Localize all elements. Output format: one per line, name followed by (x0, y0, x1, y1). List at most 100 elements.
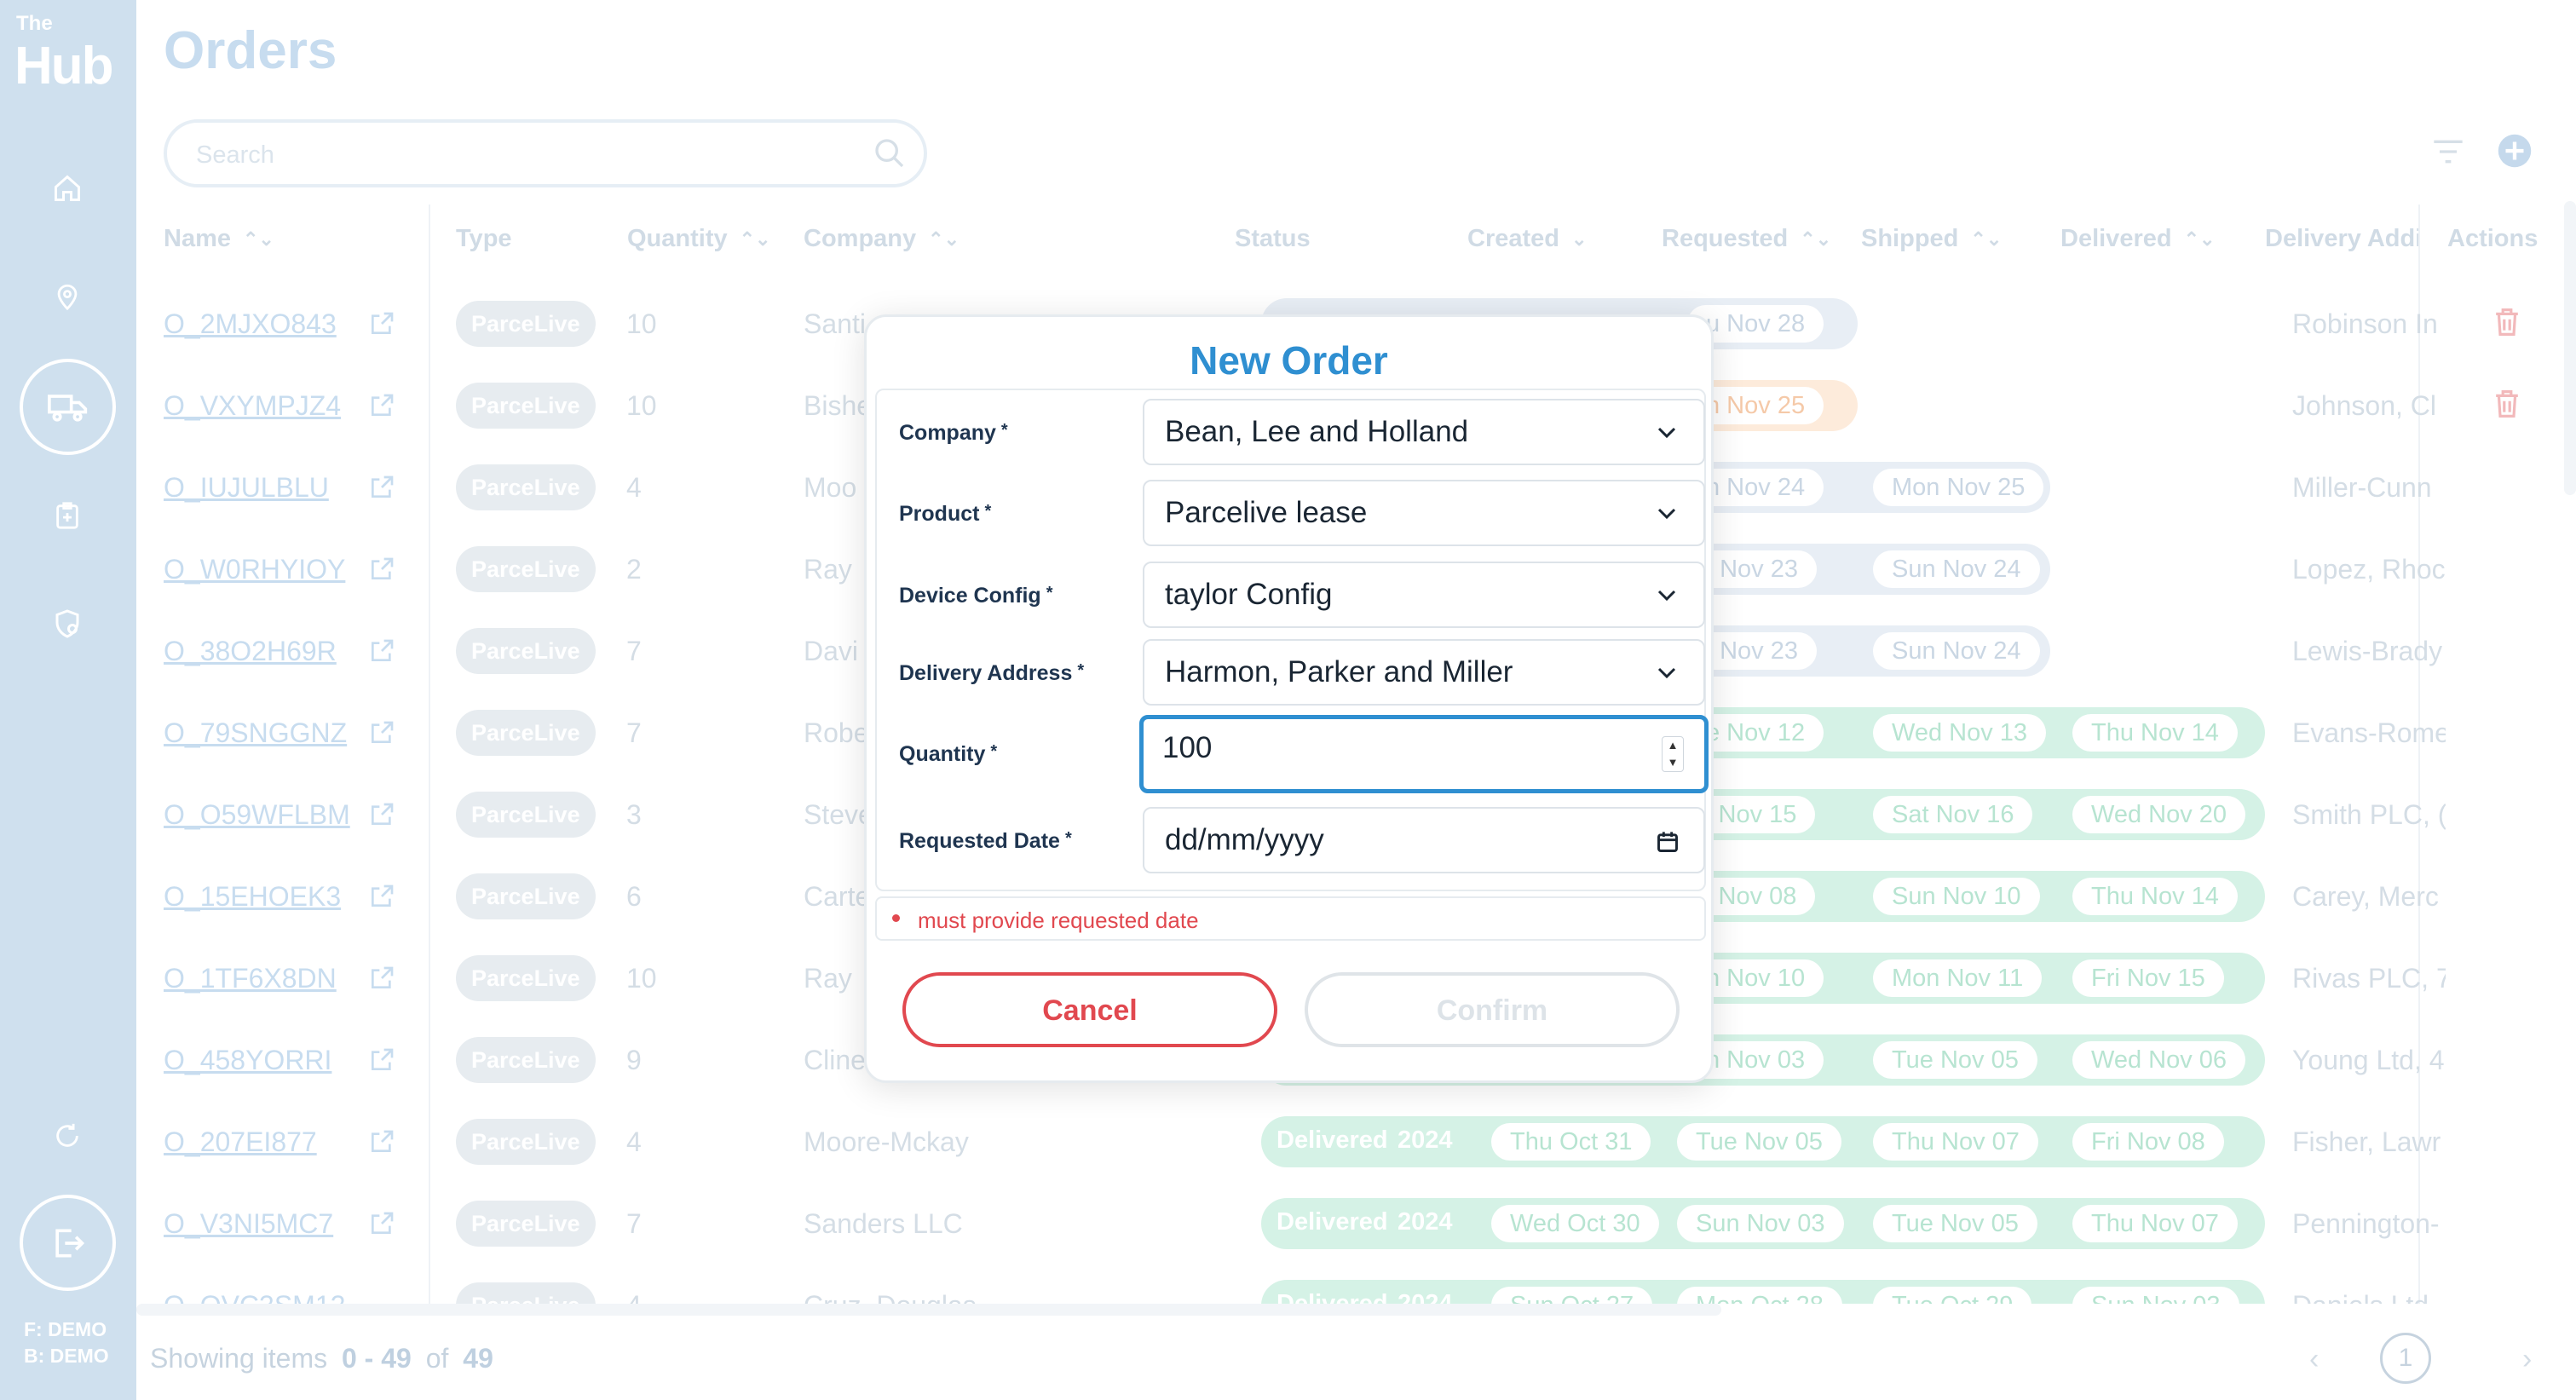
refresh-icon[interactable] (37, 1106, 97, 1166)
address-cell: Daniels Ltd (2292, 1290, 2446, 1304)
order-link[interactable]: O_207EI877 (164, 1126, 317, 1158)
company-cell: Davi (804, 636, 859, 666)
order-link[interactable]: O_38O2H69R (164, 636, 337, 667)
external-link-icon[interactable] (368, 883, 395, 910)
external-link-icon[interactable] (368, 310, 395, 337)
order-link[interactable]: O_IUJULBLU (164, 472, 329, 504)
chevron-down-icon (1657, 667, 1676, 679)
col-header-delivered[interactable]: Delivered ⌃⌄ (2060, 225, 2215, 253)
error-message: must provide requested date (918, 907, 1199, 933)
external-link-icon[interactable] (368, 637, 395, 665)
shield-settings-icon[interactable] (37, 594, 97, 654)
quantity-cell: 4 (626, 1126, 642, 1157)
requested-date-input[interactable]: dd/mm/yyyy (1143, 807, 1705, 873)
new-order-dialog: New Order Company * Bean, Lee and Holland… (864, 314, 1714, 1083)
company-cell: Carte (804, 881, 871, 912)
order-link[interactable]: O_458YORRI (164, 1045, 331, 1076)
external-link-icon[interactable] (368, 474, 395, 501)
order-link[interactable]: O_W0RHYIOY (164, 554, 345, 585)
company-select[interactable]: Bean, Lee and Holland (1143, 399, 1705, 465)
quantity-cell: 7 (626, 1208, 642, 1239)
company-cell: Sanders LLC (804, 1208, 963, 1239)
address-cell: Lopez, Rhoc (2292, 554, 2446, 585)
status-year: 2024 (1397, 1290, 1453, 1304)
horizontal-scrollbar[interactable] (136, 1304, 1721, 1316)
external-link-icon[interactable] (368, 1046, 395, 1074)
items-total: 49 (463, 1343, 493, 1374)
col-header-name[interactable]: Name ⌃⌄ (164, 225, 274, 253)
external-link-icon[interactable] (368, 392, 395, 419)
col-header-shipped[interactable]: Shipped ⌃⌄ (1861, 225, 2002, 253)
logout-icon (55, 1229, 84, 1257)
clipboard-plus-icon[interactable] (37, 486, 97, 545)
type-badge: ParceLive (456, 383, 596, 429)
external-link-icon[interactable] (368, 1210, 395, 1237)
cancel-button[interactable]: Cancel (902, 972, 1277, 1047)
trash-icon[interactable] (2493, 389, 2521, 419)
order-link[interactable]: O_OVC3SM12 (164, 1290, 345, 1304)
search-input[interactable]: Search (164, 119, 927, 187)
external-link-icon[interactable] (368, 556, 395, 583)
col-header-created[interactable]: Created ⌄ (1467, 225, 1587, 253)
company-cell: Steve (804, 799, 873, 830)
company-cell: Moore-Mckay (804, 1126, 969, 1157)
address-cell: Evans-Rome (2292, 717, 2446, 748)
backend-env-label: B: DEMO (24, 1345, 109, 1367)
external-link-icon[interactable] (368, 801, 395, 828)
external-link-icon[interactable] (368, 719, 395, 746)
logout-button[interactable] (20, 1195, 116, 1291)
filter-icon[interactable] (2431, 136, 2465, 167)
trash-icon[interactable] (2493, 307, 2521, 337)
order-link[interactable]: O_O59WFLBM (164, 799, 350, 831)
external-link-icon[interactable] (368, 1128, 395, 1155)
order-link[interactable]: O_79SNGGNZ (164, 717, 347, 749)
order-link[interactable]: O_V3NI5MC7 (164, 1208, 333, 1240)
device-config-select[interactable]: taylor Config (1143, 562, 1705, 628)
delivery-address-select[interactable]: Harmon, Parker and Miller (1143, 639, 1705, 706)
partial-row-clip: O_OVC3SM12 ParceLive 4 Cruz, Douglas Del… (136, 1265, 2576, 1304)
add-order-button[interactable] (2497, 133, 2533, 169)
external-link-icon[interactable] (368, 965, 395, 992)
quantity-stepper[interactable]: 100 ▲ ▼ (1139, 715, 1709, 793)
type-badge: ParceLive (456, 792, 596, 838)
home-icon[interactable] (37, 158, 97, 218)
order-link[interactable]: O_VXYMPJZ4 (164, 390, 341, 422)
pagination-summary: Showing items 0 - 49 of 49 (150, 1343, 500, 1374)
shipped-date: Mon Nov 25 (1873, 469, 2044, 506)
status-pill: Delivered 2024 Wed Oct 30 Sun Nov 03 Tue… (1261, 1198, 2265, 1249)
shipped-date: Sun Nov 24 (1873, 632, 2040, 670)
company-label: Company * (899, 421, 1008, 445)
order-link[interactable]: O_2MJXO843 (164, 308, 337, 340)
type-badge: ParceLive (456, 1037, 596, 1083)
stepper-arrows-icon[interactable]: ▲ ▼ (1662, 736, 1684, 772)
confirm-button[interactable]: Confirm (1305, 972, 1680, 1047)
product-label: Product * (899, 502, 992, 526)
prev-page-button[interactable]: ‹ (2309, 1343, 2319, 1376)
shipped-date: Tue Oct 29 (1873, 1287, 2032, 1304)
next-page-button[interactable]: › (2522, 1343, 2532, 1376)
delivered-date: Fri Nov 08 (2072, 1123, 2224, 1161)
location-pin-icon[interactable] (37, 267, 97, 326)
quantity-cell: 4 (626, 1290, 642, 1304)
product-select[interactable]: Parcelive lease (1143, 480, 1705, 546)
status-year: 2024 (1397, 1208, 1453, 1236)
page-number-button[interactable]: 1 (2380, 1333, 2431, 1384)
vertical-scrollbar[interactable] (2564, 201, 2576, 495)
chevron-down-icon (1657, 508, 1676, 520)
requested-date-label: Requested Date * (899, 829, 1072, 853)
orders-nav-item[interactable] (20, 359, 116, 455)
shipped-date: Wed Nov 13 (1873, 714, 2047, 752)
table-row[interactable]: O_207EI877 ParceLive 4 Moore-Mckay Deliv… (164, 1101, 2576, 1183)
company-cell: Santi (804, 308, 866, 339)
shipped-date: Tue Nov 05 (1873, 1205, 2037, 1242)
col-header-quantity[interactable]: Quantity ⌃⌄ (627, 225, 771, 253)
order-link[interactable]: O_1TF6X8DN (164, 963, 337, 994)
calendar-icon[interactable] (1656, 830, 1680, 854)
col-header-company[interactable]: Company ⌃⌄ (804, 225, 960, 253)
table-row[interactable]: O_V3NI5MC7 ParceLive 7 Sanders LLC Deliv… (164, 1183, 2576, 1265)
chevron-down-icon (1657, 590, 1676, 602)
table-row[interactable]: O_OVC3SM12 ParceLive 4 Cruz, Douglas Del… (164, 1265, 2576, 1304)
col-header-requested[interactable]: Requested ⌃⌄ (1662, 225, 1831, 253)
delivered-date: Thu Nov 14 (2072, 714, 2238, 752)
order-link[interactable]: O_15EHOEK3 (164, 881, 341, 913)
